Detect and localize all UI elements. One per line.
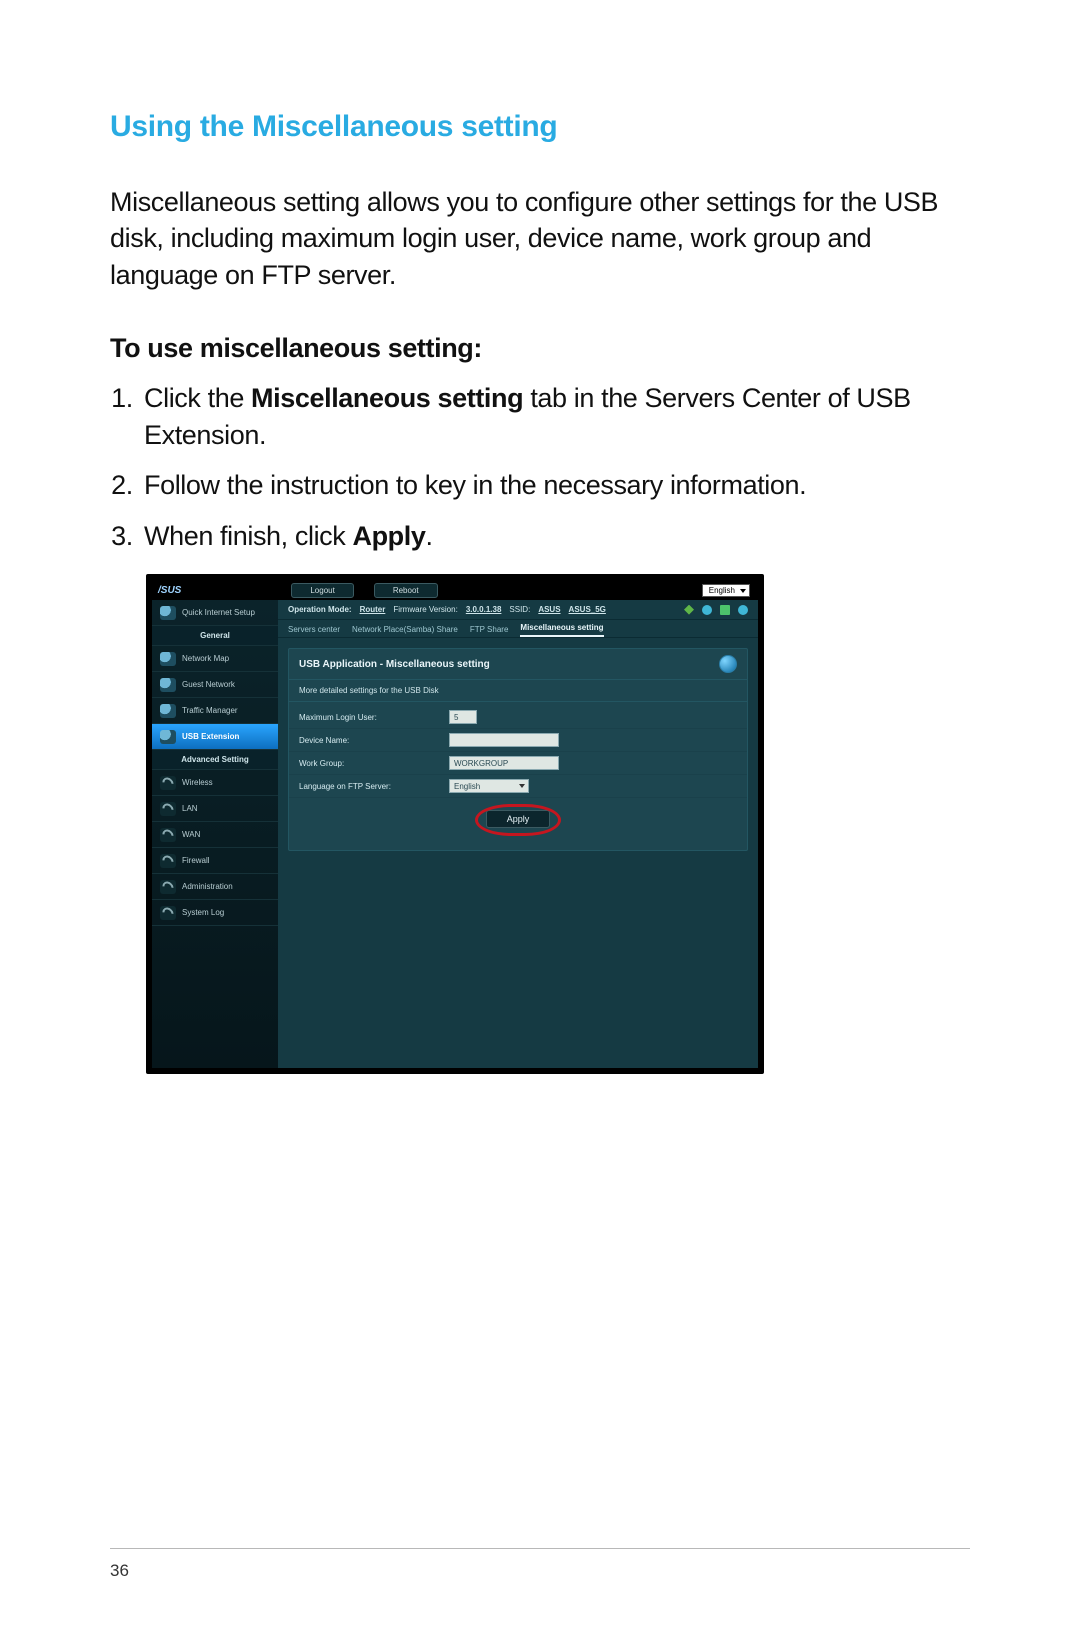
wrench-icon xyxy=(160,828,176,842)
sidebar-item-label: Guest Network xyxy=(182,680,235,689)
wrench-icon xyxy=(160,880,176,894)
tab-samba-share[interactable]: Network Place(Samba) Share xyxy=(352,622,458,637)
card-subtitle: More detailed settings for the USB Disk xyxy=(289,680,747,702)
max-login-label: Maximum Login User: xyxy=(299,713,449,722)
brand-logo: /SUS xyxy=(158,585,181,596)
page-number: 36 xyxy=(110,1561,129,1581)
sidebar-item-label: Firewall xyxy=(182,856,210,865)
sidebar-item-network-map[interactable]: Network Map xyxy=(152,646,278,672)
op-mode-label: Operation Mode: xyxy=(288,605,352,614)
step-2: Follow the instruction to key in the nec… xyxy=(140,467,970,503)
sidebar: Quick Internet Setup General Network Map… xyxy=(152,600,278,1068)
sidebar-item-usb-extension[interactable]: USB Extension xyxy=(152,724,278,750)
sidebar-item-label: Traffic Manager xyxy=(182,706,238,715)
sidebar-item-label: System Log xyxy=(182,908,224,917)
wrench-icon xyxy=(160,776,176,790)
usb-status-icon xyxy=(720,605,730,615)
sidebar-item-label: LAN xyxy=(182,804,198,813)
highlight-ellipse xyxy=(475,804,561,836)
step-3-text-a: When finish, click xyxy=(144,521,352,551)
card-title: USB Application - Miscellaneous setting xyxy=(299,659,490,670)
intro-text: Miscellaneous setting allows you to conf… xyxy=(110,184,970,293)
step-3-text-c: . xyxy=(425,521,432,551)
card-header: USB Application - Miscellaneous setting xyxy=(289,649,747,680)
device-name-label: Device Name: xyxy=(299,736,449,745)
manual-page: Using the Miscellaneous setting Miscella… xyxy=(0,0,1080,1627)
fw-label: Firmware Version: xyxy=(393,605,457,614)
signal-icon xyxy=(684,605,694,615)
sidebar-item-system-log[interactable]: System Log xyxy=(152,900,278,926)
max-login-input[interactable]: 5 xyxy=(449,710,477,724)
sidebar-item-label: Network Map xyxy=(182,654,229,663)
main-panel: Operation Mode: Router Firmware Version:… xyxy=(278,600,758,1068)
router-screenshot: /SUS Logout Reboot English Quick Interne… xyxy=(146,574,764,1074)
internet-icon xyxy=(738,605,748,615)
sidebar-item-lan[interactable]: LAN xyxy=(152,796,278,822)
ssid-label: SSID: xyxy=(509,605,530,614)
fw-value[interactable]: 3.0.0.1.38 xyxy=(466,605,502,614)
workgroup-label: Work Group: xyxy=(299,759,449,768)
workgroup-input[interactable]: WORKGROUP xyxy=(449,756,559,770)
wrench-icon xyxy=(160,906,176,920)
tab-miscellaneous[interactable]: Miscellaneous setting xyxy=(520,620,603,637)
client-icon xyxy=(702,605,712,615)
sub-heading: To use miscellaneous setting: xyxy=(110,333,970,364)
reboot-button[interactable]: Reboot xyxy=(374,583,438,598)
sidebar-header-general: General xyxy=(152,626,278,646)
apply-area: Apply xyxy=(289,798,747,846)
sidebar-item-label: USB Extension xyxy=(182,732,239,741)
sidebar-item-traffic-manager[interactable]: Traffic Manager xyxy=(152,698,278,724)
step-3: When finish, click Apply. xyxy=(140,518,970,554)
sidebar-quick-setup[interactable]: Quick Internet Setup xyxy=(152,600,278,626)
step-1-text-a: Click the xyxy=(144,383,251,413)
traffic-icon xyxy=(160,704,176,718)
usb-icon xyxy=(160,730,176,744)
row-max-login: Maximum Login User: 5 xyxy=(289,706,747,729)
status-line: Operation Mode: Router Firmware Version:… xyxy=(278,600,758,620)
sub-tabs: Servers center Network Place(Samba) Shar… xyxy=(278,620,758,638)
section-title: Using the Miscellaneous setting xyxy=(110,110,970,144)
sidebar-header-advanced: Advanced Setting xyxy=(152,750,278,770)
tab-servers-center[interactable]: Servers center xyxy=(288,622,340,637)
ftp-lang-select[interactable]: English xyxy=(449,779,529,793)
sidebar-item-guest-network[interactable]: Guest Network xyxy=(152,672,278,698)
step-1-bold: Miscellaneous setting xyxy=(251,383,523,413)
status-icons xyxy=(684,605,748,615)
footer-divider xyxy=(110,1548,970,1549)
logout-button[interactable]: Logout xyxy=(291,583,353,598)
ssid-1[interactable]: ASUS xyxy=(538,605,560,614)
ftp-lang-label: Language on FTP Server: xyxy=(299,782,449,791)
ssid-2[interactable]: ASUS_5G xyxy=(569,605,606,614)
sidebar-item-firewall[interactable]: Firewall xyxy=(152,848,278,874)
sidebar-quick-label: Quick Internet Setup xyxy=(182,608,255,617)
row-workgroup: Work Group: WORKGROUP xyxy=(289,752,747,775)
sidebar-item-wireless[interactable]: Wireless xyxy=(152,770,278,796)
sidebar-item-label: WAN xyxy=(182,830,200,839)
steps-list: Click the Miscellaneous setting tab in t… xyxy=(110,380,970,554)
tab-ftp-share[interactable]: FTP Share xyxy=(470,622,509,637)
sidebar-item-label: Wireless xyxy=(182,778,213,787)
guest-icon xyxy=(160,678,176,692)
wrench-icon xyxy=(160,802,176,816)
wrench-icon xyxy=(160,854,176,868)
row-ftp-language: Language on FTP Server: English xyxy=(289,775,747,798)
globe-icon xyxy=(160,606,176,620)
settings-form: Maximum Login User: 5 Device Name: Work … xyxy=(289,702,747,850)
help-icon[interactable] xyxy=(719,655,737,673)
device-name-input[interactable] xyxy=(449,733,559,747)
settings-card: USB Application - Miscellaneous setting … xyxy=(288,648,748,851)
screenshot-topbar: /SUS Logout Reboot English xyxy=(152,580,758,600)
op-mode-value[interactable]: Router xyxy=(360,605,386,614)
step-3-bold: Apply xyxy=(352,521,425,551)
row-device-name: Device Name: xyxy=(289,729,747,752)
step-1: Click the Miscellaneous setting tab in t… xyxy=(140,380,970,453)
sidebar-item-label: Administration xyxy=(182,882,233,891)
map-icon xyxy=(160,652,176,666)
screenshot-body: Quick Internet Setup General Network Map… xyxy=(152,600,758,1068)
sidebar-item-wan[interactable]: WAN xyxy=(152,822,278,848)
language-select[interactable]: English xyxy=(702,584,750,597)
sidebar-item-administration[interactable]: Administration xyxy=(152,874,278,900)
